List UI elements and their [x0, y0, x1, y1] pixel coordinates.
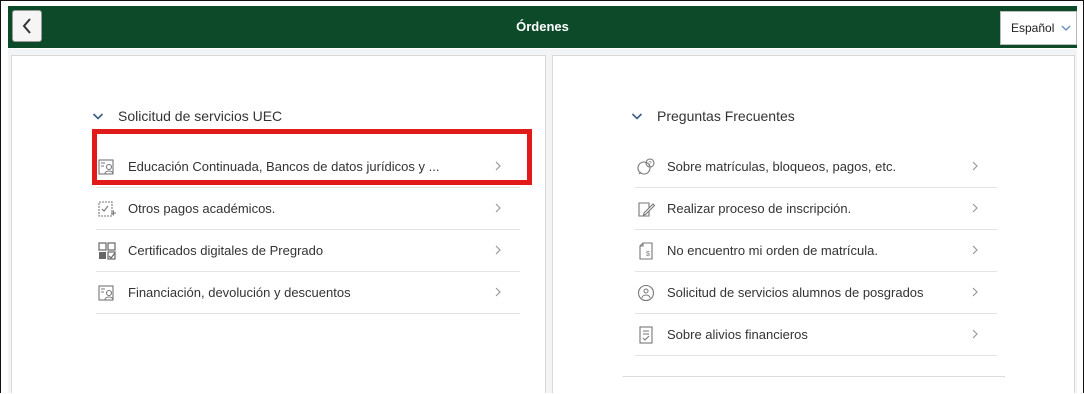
list-item-educacion-continuada[interactable]: Educación Continuada, Bancos de datos ju… — [96, 146, 520, 188]
right-panel: Preguntas Frecuentes ? Sobre matrículas,… — [552, 55, 1075, 393]
list-item-label: Sobre alivios financieros — [667, 327, 808, 342]
list-item-label: No encuentro mi orden de matrícula. — [667, 243, 878, 258]
chevron-right-icon — [495, 245, 501, 255]
list-item-alivios[interactable]: Sobre alivios financieros — [635, 314, 997, 356]
document-edit-icon — [96, 198, 118, 220]
list-item-label: Sobre matrículas, bloqueos, pagos, etc. — [667, 159, 897, 174]
list-item-label: Educación Continuada, Bancos de datos ju… — [128, 159, 440, 174]
certificate-grid-icon — [96, 240, 118, 262]
chevron-down-icon — [92, 113, 104, 120]
main-content: Solicitud de servicios UEC Educación Con… — [8, 49, 1077, 393]
chevron-right-icon — [495, 287, 501, 297]
checklist-document-icon — [635, 324, 657, 346]
list-item-label: Financiación, devolución y descuentos — [128, 285, 351, 300]
header-bar: Órdenes Español — [8, 6, 1077, 48]
list-item-label: Certificados digitales de Pregrado — [128, 243, 324, 258]
list-item-orden-matricula[interactable]: $ No encuentro mi orden de matrícula. — [635, 230, 997, 272]
chevron-right-icon — [972, 203, 978, 213]
section-header-faq[interactable]: Preguntas Frecuentes — [631, 108, 795, 124]
chevron-right-icon — [972, 287, 978, 297]
list-item-posgrados[interactable]: Solicitud de servicios alumnos de posgra… — [635, 272, 997, 314]
divider — [623, 376, 1005, 377]
chevron-left-icon — [22, 18, 31, 34]
uec-list: Educación Continuada, Bancos de datos ju… — [96, 146, 520, 314]
svg-text:$: $ — [646, 251, 650, 258]
list-item-label: Otros pagos académicos. — [128, 201, 276, 216]
section-title: Preguntas Frecuentes — [657, 108, 795, 124]
list-item-certificados[interactable]: Certificados digitales de Pregrado — [96, 230, 520, 272]
chevron-right-icon — [495, 161, 501, 171]
chevron-down-icon — [1061, 25, 1071, 31]
language-selected-label: Español — [1011, 21, 1055, 35]
chevron-right-icon — [972, 245, 978, 255]
language-select[interactable]: Español — [1000, 11, 1077, 45]
section-header-uec[interactable]: Solicitud de servicios UEC — [92, 108, 282, 124]
chevron-right-icon — [972, 161, 978, 171]
section-title: Solicitud de servicios UEC — [118, 108, 283, 124]
person-document-icon — [96, 282, 118, 304]
globe-person-icon — [635, 282, 657, 304]
list-item-label: Solicitud de servicios alumnos de posgra… — [667, 285, 924, 300]
page-title: Órdenes — [516, 19, 569, 34]
list-item-inscripcion[interactable]: Realizar proceso de inscripción. — [635, 188, 997, 230]
chevron-right-icon — [972, 329, 978, 339]
money-document-icon: $ — [635, 240, 657, 262]
app-window: Órdenes Español Solicitud de servicios U… — [0, 0, 1084, 393]
chevron-right-icon — [495, 203, 501, 213]
list-item-label: Realizar proceso de inscripción. — [667, 201, 852, 216]
pen-document-icon — [635, 198, 657, 220]
list-item-sobre-matriculas[interactable]: ? Sobre matrículas, bloqueos, pagos, etc… — [635, 146, 997, 188]
person-document-icon — [96, 156, 118, 178]
faq-list: ? Sobre matrículas, bloqueos, pagos, etc… — [635, 146, 997, 356]
back-button[interactable] — [12, 10, 42, 42]
chat-question-icon: ? — [635, 156, 657, 178]
chevron-down-icon — [631, 113, 643, 120]
list-item-financiacion[interactable]: Financiación, devolución y descuentos — [96, 272, 520, 314]
left-panel: Solicitud de servicios UEC Educación Con… — [11, 55, 546, 393]
list-item-otros-pagos[interactable]: Otros pagos académicos. — [96, 188, 520, 230]
